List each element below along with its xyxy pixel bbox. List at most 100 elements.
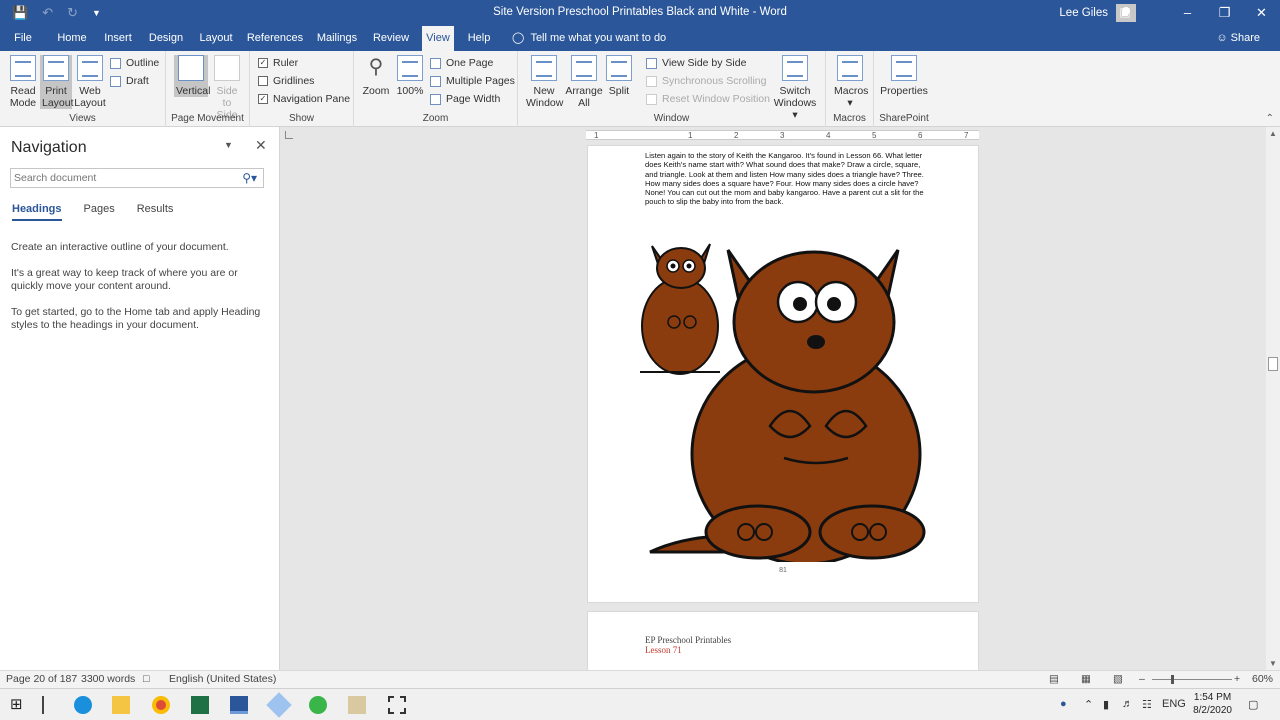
tab-mailings[interactable]: Mailings — [314, 26, 360, 51]
nav-tab-results[interactable]: Results — [137, 203, 174, 221]
scroll-up-icon[interactable]: ▲ — [1269, 129, 1277, 138]
horizontal-ruler[interactable]: 1 1 2 3 4 5 6 7 — [586, 130, 979, 140]
file-explorer-icon[interactable] — [112, 696, 130, 714]
share-button[interactable]: ☺ Share — [1216, 26, 1260, 51]
tab-home[interactable]: Home — [54, 26, 90, 51]
view-side-by-side-button[interactable]: View Side by Side — [646, 57, 746, 69]
switch-windows-button[interactable]: Switch Windows ▾ — [770, 55, 820, 121]
proofing-icon[interactable]: □ — [143, 673, 149, 685]
vertical-scrollbar[interactable]: ▲ ▼ — [1266, 127, 1280, 670]
ribbon-tabs: File Home Insert Design Layout Reference… — [0, 26, 1280, 51]
app-diamond-icon[interactable] — [266, 692, 292, 718]
web-layout-view-icon[interactable]: ▧ — [1113, 673, 1123, 685]
system-clock[interactable]: 1:54 PM 8/2/2020 — [1193, 691, 1232, 717]
scroll-thumb[interactable] — [1268, 357, 1278, 371]
minimize-icon[interactable]: – — [1169, 0, 1206, 26]
windows-start-icon[interactable]: ⊞ — [10, 696, 28, 714]
zoom-level[interactable]: 60% — [1252, 673, 1273, 685]
collapse-ribbon-icon[interactable]: ⌃ — [1266, 113, 1274, 124]
word-count[interactable]: 3300 words — [81, 673, 135, 685]
side-to-side-button[interactable]: Side to Side — [212, 55, 242, 121]
zoom-button[interactable]: ⚲ Zoom — [362, 55, 390, 97]
next-document-page[interactable]: EP Preschool Printables Lesson 71 — [587, 611, 979, 670]
ruler-number: 4 — [826, 131, 831, 140]
scroll-down-icon[interactable]: ▼ — [1269, 659, 1277, 668]
close-icon[interactable]: ✕ — [1243, 0, 1280, 26]
tab-help[interactable]: Help — [464, 26, 494, 51]
search-icon[interactable]: ⚲▾ — [242, 171, 257, 185]
print-layout-button[interactable]: Print Layout — [40, 55, 74, 109]
next-page-header: EP Preschool Printables Lesson 71 — [645, 635, 731, 655]
tab-view[interactable]: View — [422, 26, 454, 51]
arrange-all-button[interactable]: Arrange All — [564, 55, 604, 109]
print-layout-view-icon[interactable]: ▦ — [1081, 673, 1091, 685]
multiple-pages-button[interactable]: Multiple Pages — [430, 75, 515, 87]
one-page-button[interactable]: One Page — [430, 57, 493, 69]
zoom-slider-knob[interactable] — [1171, 675, 1175, 684]
task-view-icon[interactable] — [42, 696, 44, 714]
user-name[interactable]: Lee Giles — [1059, 7, 1108, 19]
language-status[interactable]: English (United States) — [169, 673, 276, 685]
language-indicator[interactable]: ENG — [1162, 698, 1186, 710]
notifications-icon[interactable]: ▢ — [1248, 698, 1258, 711]
tab-design[interactable]: Design — [146, 26, 186, 51]
navigation-options-icon[interactable]: ▼ — [224, 140, 233, 150]
network-icon[interactable]: ☷ — [1142, 698, 1152, 711]
synchronous-scrolling-button[interactable]: Synchronous Scrolling — [646, 75, 766, 87]
macros-button[interactable]: Macros ▾ — [834, 55, 868, 109]
snipping-tool-icon[interactable] — [388, 696, 406, 714]
new-window-button[interactable]: New Window — [526, 55, 563, 109]
help-tray-icon[interactable]: ● — [1060, 698, 1067, 710]
ruler-number: 5 — [872, 131, 877, 140]
gridlines-checkbox[interactable]: Gridlines — [258, 75, 314, 87]
excel-icon[interactable] — [191, 696, 209, 714]
zoom-slider[interactable] — [1152, 675, 1232, 684]
read-mode-view-icon[interactable]: ▤ — [1049, 673, 1059, 685]
lesson-paragraph[interactable]: Listen again to the story of Keith the K… — [645, 151, 927, 207]
app-green-icon[interactable] — [309, 696, 327, 714]
nav-tab-pages[interactable]: Pages — [84, 203, 115, 221]
maximize-icon[interactable]: ❐ — [1206, 0, 1243, 26]
reset-window-position-button[interactable]: Reset Window Position — [646, 93, 770, 105]
volume-icon[interactable]: ♬ — [1122, 698, 1133, 710]
zoom-in-icon[interactable]: + — [1234, 673, 1240, 685]
outline-button[interactable]: Outline — [110, 57, 159, 69]
tab-review[interactable]: Review — [370, 26, 412, 51]
tab-layout[interactable]: Layout — [196, 26, 236, 51]
word-icon[interactable] — [230, 696, 248, 714]
page-number: 81 — [779, 567, 787, 574]
tab-file[interactable]: File — [8, 26, 38, 51]
split-button[interactable]: Split — [606, 55, 632, 97]
tab-insert[interactable]: Insert — [100, 26, 136, 51]
zoom-group-label: Zoom — [422, 113, 449, 124]
tab-references[interactable]: References — [246, 26, 304, 51]
navigation-close-icon[interactable]: ✕ — [255, 137, 267, 154]
page-count[interactable]: Page 20 of 187 — [6, 673, 77, 685]
tell-me-box[interactable]: ◯ Tell me what you want to do — [512, 26, 666, 51]
zoom-out-icon[interactable]: – — [1139, 673, 1145, 685]
draft-button[interactable]: Draft — [110, 75, 149, 87]
page-width-button[interactable]: Page Width — [430, 93, 500, 105]
kangaroo-illustration[interactable] — [640, 226, 930, 562]
document-page[interactable]: Listen again to the story of Keith the K… — [587, 145, 979, 603]
document-area[interactable]: 1 1 2 3 4 5 6 7 Listen again to the stor… — [281, 127, 1266, 670]
edge-icon[interactable] — [74, 696, 92, 714]
tab-selector[interactable] — [285, 131, 293, 139]
zoom-100-button[interactable]: 100% — [396, 55, 424, 97]
properties-button[interactable]: Properties — [880, 55, 928, 97]
search-document-box[interactable]: ⚲▾ — [10, 168, 264, 188]
ruler-checkbox[interactable]: ✓ Ruler — [258, 57, 298, 69]
vertical-button[interactable]: Vertical — [174, 55, 210, 97]
web-layout-button[interactable]: Web Layout — [74, 55, 106, 109]
tray-chevron-icon[interactable]: ⌃ — [1084, 698, 1093, 711]
ribbon-display-options-icon[interactable]: ▣ — [1105, 0, 1145, 26]
battery-icon[interactable]: ▮ — [1103, 698, 1109, 711]
chrome-icon[interactable] — [152, 696, 170, 714]
app-paint-icon[interactable] — [348, 696, 366, 714]
navigation-pane-checkbox[interactable]: ✓ Navigation Pane — [258, 93, 350, 105]
nav-tab-headings[interactable]: Headings — [12, 203, 62, 221]
read-mode-button[interactable]: Read Mode — [8, 55, 38, 109]
gridlines-label: Gridlines — [273, 75, 315, 87]
title-bar: 💾 ↶ ↻ ▼ Site Version Preschool Printable… — [0, 0, 1280, 26]
search-input[interactable] — [11, 169, 231, 187]
